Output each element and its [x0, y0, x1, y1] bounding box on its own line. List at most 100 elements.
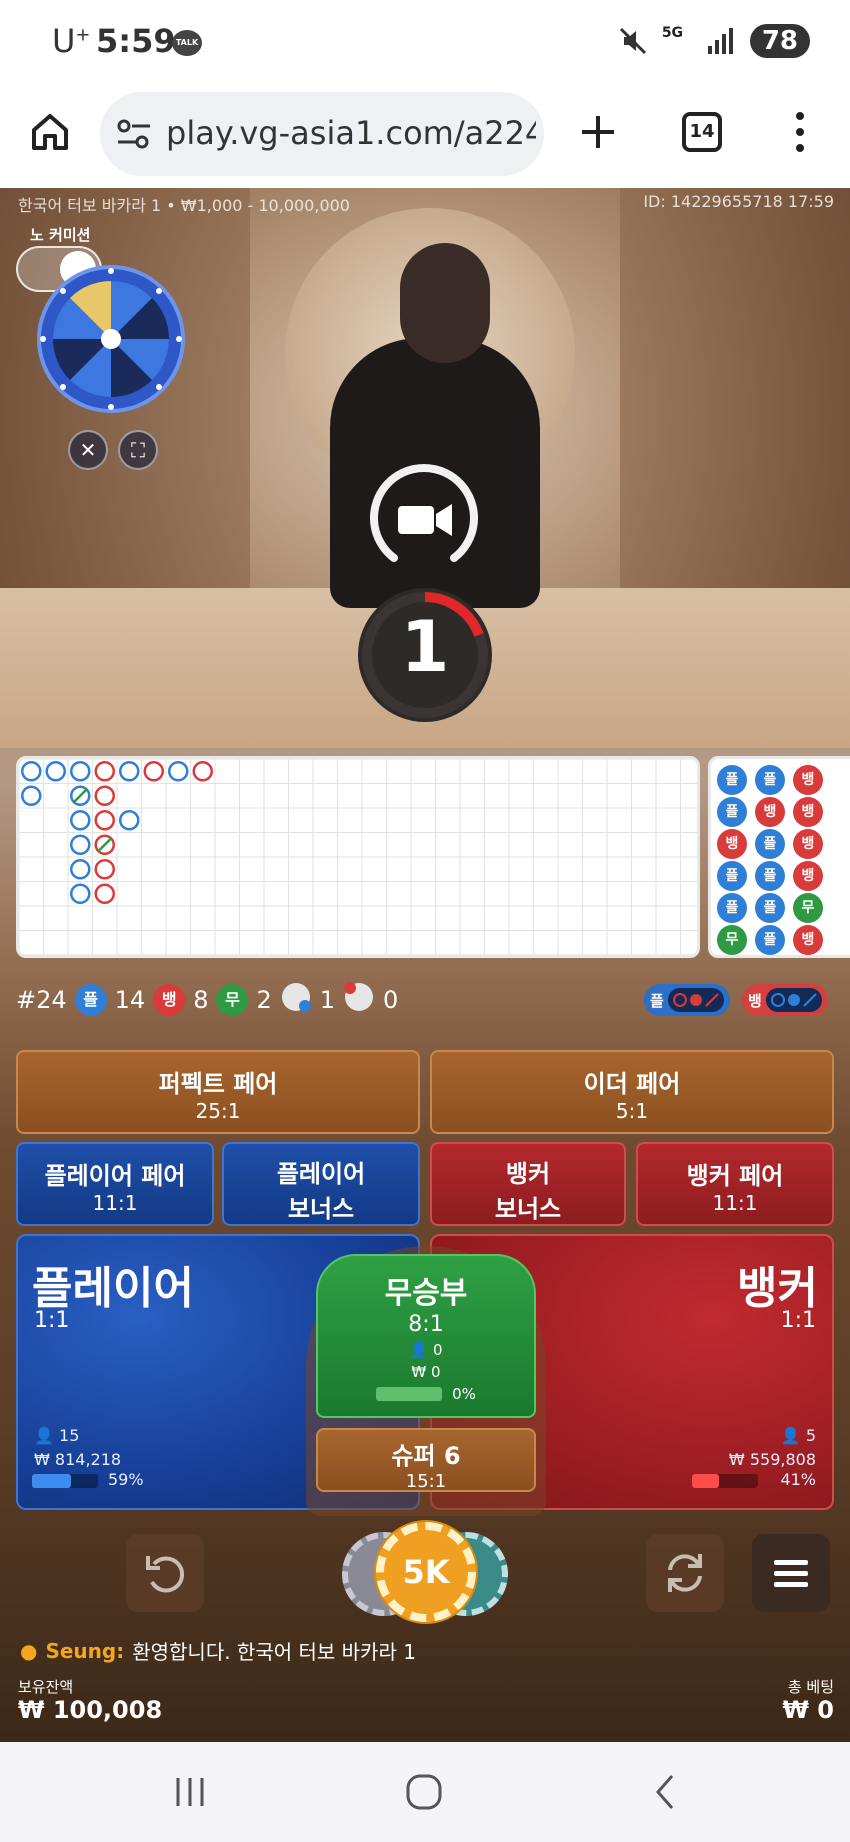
banker-stat-badge: 뱅 [153, 984, 186, 1016]
player-pair-odds: 11:1 [92, 1191, 138, 1215]
home-icon[interactable] [28, 110, 72, 154]
expand-icon[interactable]: ⛶ [118, 430, 158, 470]
user-icon: 👤 [409, 1341, 429, 1359]
banker-bonus-label-1: 뱅커 [505, 1160, 551, 1188]
chat-message: ● Seung: 환영합니다. 한국어 터보 바카라 1 [20, 1636, 416, 1665]
banker-predict-button[interactable]: 뱅 [742, 984, 828, 1016]
tie-percent: 0% [452, 1385, 476, 1403]
tie-label: 무승부 [384, 1276, 468, 1311]
site-settings-icon[interactable] [116, 118, 152, 150]
tie-total-amount: ₩ 0 [411, 1363, 441, 1381]
bead-road-result: 플 [755, 829, 785, 859]
overflow-menu-icon[interactable] [790, 110, 810, 154]
player-bettor-count: 15 [59, 1426, 80, 1445]
player-percent: 59% [108, 1470, 144, 1489]
browser-toolbar: play.vg-asia1.com/a224b 14 [0, 88, 850, 188]
user-icon: 👤 [780, 1426, 801, 1445]
banker-predict-label: 뱅 [748, 991, 762, 1010]
banker-pair-icon [343, 981, 375, 1019]
player-stat-badge: 플 [74, 984, 107, 1016]
big-road-mark [70, 859, 91, 880]
total-bet-label: 총 베팅 [787, 1678, 834, 1696]
tie-bet[interactable]: 무승부 8:1 👤 0 ₩ 0 0% [316, 1254, 536, 1418]
user-icon: 👤 [34, 1426, 54, 1445]
new-tab-plus-icon[interactable] [578, 112, 618, 152]
big-road-scoreboard[interactable] [16, 756, 700, 958]
player-label: 플레이어 [32, 1263, 194, 1314]
big-road-mark [70, 761, 91, 782]
predict-icons [667, 988, 724, 1012]
player-percent-bar [32, 1474, 98, 1488]
video-backdrop-right [620, 188, 850, 608]
bead-road-result: 뱅 [793, 925, 823, 955]
talk-notification-icon: TALK [172, 30, 202, 56]
banker-pair-bet[interactable]: 뱅커 페어 11:1 [636, 1142, 834, 1226]
big-road-mark [143, 761, 164, 782]
tie-bettors: 👤 0 [318, 1341, 534, 1359]
game-menu-hamburger-icon[interactable] [752, 1534, 830, 1612]
big-road-mark [21, 761, 42, 782]
player-bettors: 👤 15 [34, 1426, 79, 1445]
bead-road-result: 플 [717, 797, 747, 827]
bead-road-result: 플 [755, 893, 785, 923]
table-info: 한국어 터보 바카라 1 • ₩1,000 - 10,000,000 [18, 196, 350, 215]
network-5g-icon: 5G [661, 25, 684, 41]
big-road-mark [119, 761, 140, 782]
big-road-mark [21, 785, 42, 806]
dealer-head [400, 243, 490, 363]
round-number: #24 [16, 986, 67, 1014]
battery-indicator: 78 [749, 24, 810, 58]
timer-value: 1 [400, 606, 450, 688]
undo-button[interactable] [126, 1534, 204, 1612]
tie-stat-badge: 무 [216, 984, 249, 1016]
player-pair-bet[interactable]: 플레이어 페어 11:1 [16, 1142, 214, 1226]
back-nav-icon[interactable] [650, 1772, 680, 1812]
total-bet-value: ₩ 0 [782, 1696, 834, 1724]
super-six-odds: 15:1 [405, 1471, 447, 1492]
chat-user: Seung: [45, 1638, 125, 1663]
player-pair-icon [280, 981, 312, 1019]
close-icon[interactable]: ✕ [68, 430, 108, 470]
repeat-bet-button[interactable] [646, 1534, 724, 1612]
chip-selected[interactable]: 5K [376, 1522, 476, 1622]
clock: 5:59 [96, 22, 176, 60]
bead-road-result: 뱅 [717, 829, 747, 859]
big-road-mark [70, 810, 91, 831]
tie-percent-bar [376, 1387, 443, 1401]
super-six-label: 슈퍼 6 [391, 1442, 461, 1470]
big-road-mark [94, 785, 115, 806]
bead-road-result: 뱅 [793, 861, 823, 891]
banker-win-count: 8 [193, 986, 209, 1014]
bead-road-scoreboard[interactable]: 플플뱅플플무플뱅플플플플뱅뱅뱅뱅무뱅 [708, 756, 850, 958]
player-bonus-bet[interactable]: 플레이어 보너스 [222, 1142, 420, 1226]
big-road-mark [168, 761, 189, 782]
player-predict-button[interactable]: 플 [644, 984, 730, 1016]
no-commission-label: 노 커미션 [30, 226, 91, 244]
banker-bonus-bet[interactable]: 뱅커 보너스 [430, 1142, 626, 1226]
big-road-mark [94, 883, 115, 904]
big-road-mark [45, 761, 66, 782]
player-win-count: 14 [114, 986, 146, 1014]
bead-road-result: 무 [793, 893, 823, 923]
either-pair-bet[interactable]: 이더 페어 5:1 [430, 1050, 834, 1134]
recent-apps-icon[interactable] [170, 1774, 210, 1810]
address-bar[interactable]: play.vg-asia1.com/a224b [100, 92, 544, 176]
big-road-mark [192, 761, 213, 782]
home-nav-icon[interactable] [404, 1772, 444, 1812]
balance-label: 보유잔액 [18, 1678, 74, 1696]
player-bonus-label-2: 보너스 [287, 1195, 355, 1223]
perfect-pair-bet[interactable]: 퍼펙트 페어 25:1 [16, 1050, 420, 1134]
balance-value: ₩ 100,008 [18, 1696, 163, 1724]
banker-pair-label: 뱅커 페어 [686, 1162, 784, 1190]
mute-icon [618, 26, 648, 56]
bead-road-result: 무 [717, 925, 747, 955]
tie-count: 2 [256, 986, 272, 1014]
bead-road-result: 뱅 [793, 829, 823, 859]
bonus-wheel-icon[interactable] [36, 264, 186, 414]
tab-switcher-button[interactable]: 14 [682, 112, 722, 152]
super-six-bet[interactable]: 슈퍼 6 15:1 [316, 1428, 536, 1492]
bead-road-result: 플 [755, 925, 785, 955]
banker-percent-fill [692, 1474, 720, 1488]
banker-pair-count: 0 [383, 986, 399, 1014]
video-camera-icon[interactable] [364, 458, 484, 578]
